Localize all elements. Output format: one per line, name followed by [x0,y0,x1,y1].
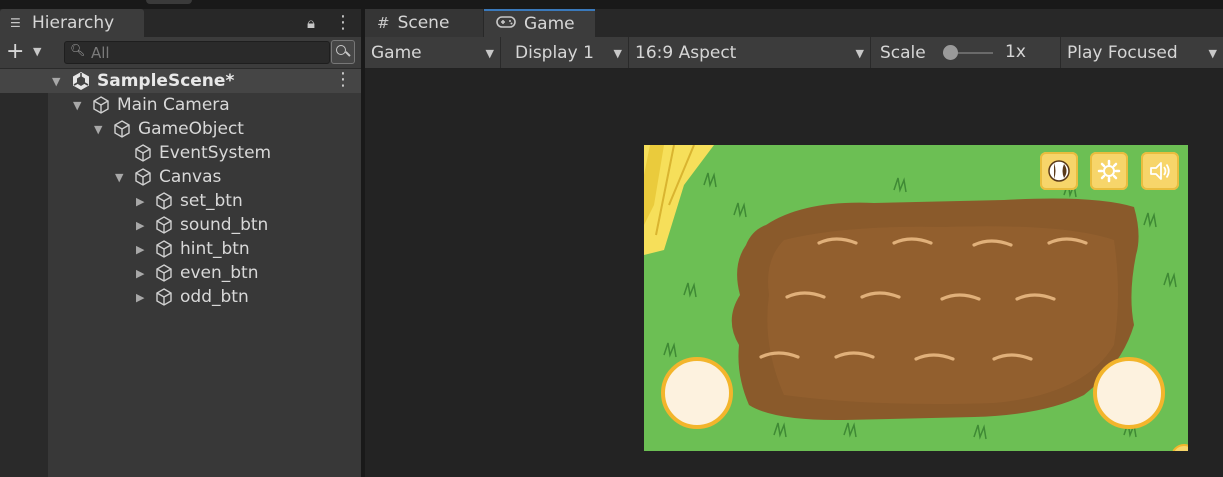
chevron-down-icon: ▼ [613,47,622,60]
game-view-window: # Scene Game Game ▼ Display 1 ▼ 16:9 Asp… [365,9,1223,477]
display-dropdown[interactable]: Display 1 ▼ [501,37,629,68]
collapse-arrow-icon[interactable]: ▶ [136,267,144,280]
tab-hierarchy[interactable]: ☰ Hierarchy [0,9,144,37]
tree-label: EventSystem [159,143,272,163]
chevron-down-icon: ▼ [485,47,494,60]
odd-button[interactable] [1093,357,1165,429]
search-input[interactable] [91,42,323,63]
expand-arrow-icon[interactable]: ▼ [73,99,81,112]
unity-scene-icon [73,72,89,90]
game-toolbar: Game ▼ Display 1 ▼ 16:9 Aspect ▼ Scale 1… [365,37,1223,69]
tab-game[interactable]: Game [484,9,595,37]
gamepad-icon [496,15,516,33]
hierarchy-panel: ☰ Hierarchy 🔒︎ ⋮ + ▼ 🔍︎ ▼ SampleScene* ⋮… [0,9,361,477]
hierarchy-tabbar: ☰ Hierarchy 🔒︎ ⋮ [0,9,361,37]
collapse-arrow-icon[interactable]: ▶ [136,219,144,232]
cube-icon [156,192,172,210]
tree-label: Main Camera [117,95,230,115]
game-viewport[interactable] [365,69,1223,477]
gamepad-icon-svg [496,16,516,28]
cube-icon [156,240,172,258]
cube-icon [114,120,130,138]
play-mode-label: Play Focused [1067,42,1178,63]
tree-row-scene[interactable]: ▼ SampleScene* ⋮ [0,69,361,93]
scene-menu-icon[interactable]: ⋮ [334,69,352,90]
speaker-icon [1150,162,1170,180]
tab-scene-label: Scene [397,13,450,33]
expand-arrow-icon[interactable]: ▼ [52,75,60,88]
tree-row-gameobject[interactable]: ▼ GameObject [0,117,361,141]
tree-row-main-camera[interactable]: ▼ Main Camera [0,93,361,117]
list-icon: ☰ [10,16,21,30]
hierarchy-search: 🔍︎ [64,41,330,64]
cube-icon [93,96,109,114]
aspect-dropdown[interactable]: 16:9 Aspect ▼ [629,37,871,68]
sound-button[interactable] [1141,152,1179,190]
collapse-arrow-icon[interactable]: ▶ [136,195,144,208]
even-button[interactable] [661,357,733,429]
tab-scene[interactable]: # Scene [365,9,483,37]
panel-menu-icon[interactable]: ⋮ [334,12,352,33]
grid-icon: # [377,14,390,32]
lock-icon[interactable]: 🔒︎ [307,14,315,32]
aspect-label: 16:9 Aspect [635,42,737,63]
game-canvas[interactable] [644,145,1188,451]
tree-row-hint-btn[interactable]: ▶ hint_btn [0,237,361,261]
window-handle[interactable] [146,0,192,4]
cube-icon [156,288,172,306]
tree-row-even-btn[interactable]: ▶ even_btn [0,261,361,285]
tree-row-canvas[interactable]: ▼ Canvas [0,165,361,189]
tab-game-label: Game [524,14,575,34]
tree-row-eventsystem[interactable]: EventSystem [0,141,361,165]
cube-icon [156,264,172,282]
tab-hierarchy-label: Hierarchy [32,13,115,33]
tree-row-set-btn[interactable]: ▶ set_btn [0,189,361,213]
ball-icon [1048,160,1070,182]
scale-slider-thumb[interactable] [943,45,958,60]
add-icon[interactable]: + [6,39,24,64]
scale-control: Scale 1x [871,37,1061,68]
hint-button[interactable] [1040,152,1078,190]
tree-label: even_btn [180,263,259,283]
tree-row-odd-btn[interactable]: ▶ odd_btn [0,285,361,309]
chevron-down-icon[interactable]: ▼ [33,45,41,58]
chevron-down-icon: ▼ [1208,47,1217,60]
view-mode-dropdown[interactable]: Game ▼ [365,37,501,68]
scale-label: Scale [880,42,926,63]
tree-row-sound-btn[interactable]: ▶ sound_btn [0,213,361,237]
editor-tabbar: # Scene Game [365,9,1223,37]
gear-icon [1097,159,1121,183]
expand-arrow-icon[interactable]: ▼ [94,123,102,136]
tree-label: hint_btn [180,239,250,259]
expand-arrow-icon[interactable]: ▼ [115,171,123,184]
search-icon: 🔍︎ [70,43,86,57]
scale-value: 1x [1005,42,1026,62]
search-by-type-button[interactable] [331,40,355,64]
collapse-arrow-icon[interactable]: ▶ [136,243,144,256]
cube-icon [156,216,172,234]
collapse-arrow-icon[interactable]: ▶ [136,291,144,304]
editor-top-strip [0,0,1223,9]
play-mode-dropdown[interactable]: Play Focused ▼ [1061,37,1223,68]
view-mode-label: Game [371,42,422,63]
display-label: Display 1 [515,42,594,63]
tree-label: Canvas [159,167,222,187]
chevron-down-icon: ▼ [855,47,864,60]
tree-label: odd_btn [180,287,249,307]
hierarchy-toolbar: + ▼ 🔍︎ [0,37,361,69]
cube-icon [135,144,151,162]
tree-label: set_btn [180,191,243,211]
settings-button[interactable] [1090,152,1128,190]
tree-label: SampleScene* [97,71,235,91]
tree-label: GameObject [138,119,244,139]
tree-label: sound_btn [180,215,269,235]
cube-icon [135,168,151,186]
